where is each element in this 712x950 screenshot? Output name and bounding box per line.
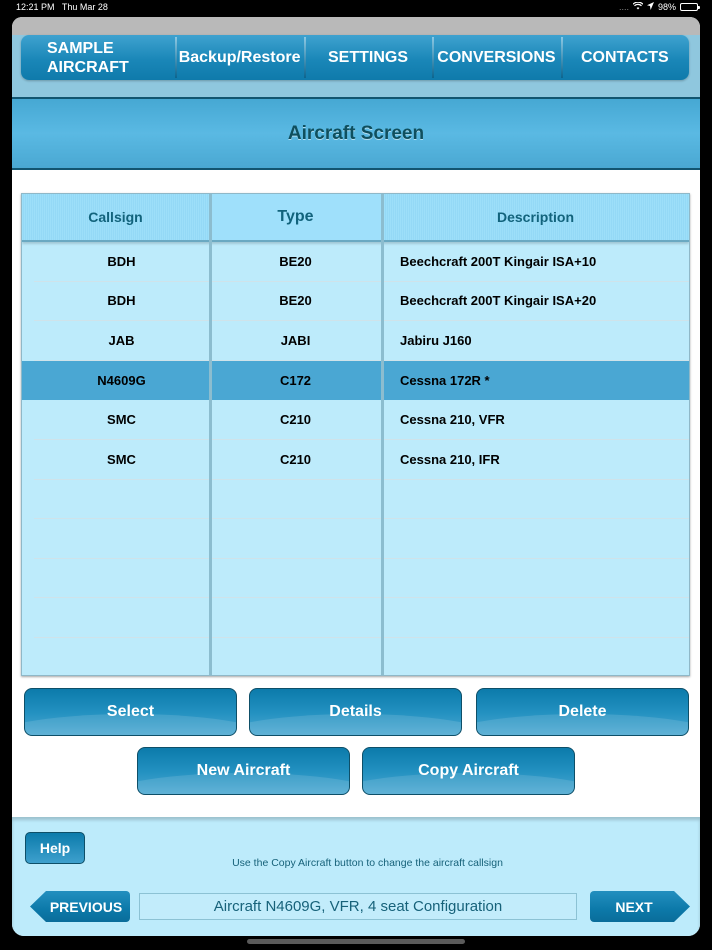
location-arrow-icon (646, 2, 654, 12)
table-row-empty[interactable] (34, 598, 689, 638)
table-row[interactable]: JAB JABI Jabiru J160 (34, 321, 689, 361)
table-row-empty[interactable] (34, 480, 689, 520)
cell-description: Jabiru J160 (400, 332, 472, 348)
table-row[interactable]: BDH BE20 Beechcraft 200T Kingair ISA+20 (34, 282, 689, 322)
table-row-selected[interactable]: N4609G C172 Cessna 172R * (22, 360, 689, 401)
cell-callsign: SMC (107, 451, 136, 467)
details-button-label: Details (329, 703, 382, 720)
top-gray-strip (12, 17, 700, 35)
nav-label-line2: AIRCRAFT (47, 58, 129, 76)
status-indicators: .... 98% (618, 1, 700, 12)
table-row-empty[interactable] (34, 559, 689, 599)
cell-type: C210 (279, 451, 312, 467)
app-screen: SAMPLE AIRCRAFT Backup/Restore SETTINGS C… (12, 17, 700, 936)
next-button[interactable]: NEXT (590, 891, 690, 922)
cell-description: Beechcraft 200T Kingair ISA+10 (400, 253, 597, 269)
cell-type: BE20 (279, 253, 312, 269)
cell-description: Cessna 172R * (400, 372, 490, 388)
top-nav: SAMPLE AIRCRAFT Backup/Restore SETTINGS C… (21, 35, 689, 80)
cell-type: C172 (279, 372, 312, 388)
status-time: 12:21 PM Thu Mar 28 (16, 2, 108, 12)
next-button-label: NEXT (615, 898, 653, 915)
cell-callsign: JAB (108, 332, 135, 348)
nav-backup-restore[interactable]: Backup/Restore (175, 35, 303, 80)
signal-dots: .... (618, 2, 629, 12)
cell-callsign: SMC (107, 412, 136, 428)
nav-label-line1: SAMPLE (47, 39, 114, 57)
column-header-type[interactable]: Type (209, 194, 382, 240)
nav-settings-label: SETTINGS (328, 49, 409, 66)
home-indicator[interactable] (247, 939, 465, 944)
previous-button[interactable]: PREVIOUS (30, 891, 130, 922)
nav-contacts-label: CONTACTS (580, 49, 669, 66)
copy-aircraft-button[interactable]: Copy Aircraft (362, 747, 575, 795)
cell-callsign: BDH (107, 253, 136, 269)
table-body: BDH BE20 Beechcraft 200T Kingair ISA+10 BDH… (22, 242, 689, 675)
main-content: Callsign Type Description BDH BE20 Beechcr… (12, 170, 700, 817)
details-button[interactable]: Details (249, 688, 462, 736)
current-configuration-display: Aircraft N4609G, VFR, 4 seat Configurati… (139, 893, 577, 920)
time-text: 12:21 PM (16, 2, 55, 12)
cell-callsign: BDH (107, 293, 136, 309)
nav-settings[interactable]: SETTINGS (303, 35, 432, 80)
column-divider (381, 194, 384, 675)
status-bar: 12:21 PM Thu Mar 28 .... 98% (0, 0, 712, 16)
column-header-description[interactable]: Description (382, 194, 689, 240)
top-nav-container: SAMPLE AIRCRAFT Backup/Restore SETTINGS C… (12, 35, 700, 97)
table-row[interactable]: SMC C210 Cessna 210, IFR (34, 440, 689, 480)
cell-description: Cessna 210, VFR (400, 412, 505, 428)
table-header: Callsign Type Description (22, 194, 689, 242)
aircraft-table: Callsign Type Description BDH BE20 Beechcr… (21, 193, 690, 676)
cell-type: JABI (280, 332, 311, 348)
table-row[interactable]: SMC C210 Cessna 210, VFR (34, 400, 689, 440)
nav-backup-restore-label: Backup/Restore (178, 49, 301, 66)
nav-sample-aircraft-label: SAMPLE AIRCRAFT (47, 39, 129, 77)
table-row[interactable]: BDH BE20 Beechcraft 200T Kingair ISA+10 (34, 242, 689, 282)
select-button-label: Select (106, 703, 155, 720)
battery-icon (680, 3, 700, 11)
cell-callsign: N4609G (97, 372, 146, 388)
title-bar: Aircraft Screen (12, 97, 700, 170)
footer: Help Use the Copy Aircraft button to cha… (12, 817, 700, 936)
delete-button-label: Delete (558, 703, 607, 720)
nav-sample-aircraft[interactable]: SAMPLE AIRCRAFT (21, 35, 175, 80)
cell-type: C210 (279, 412, 312, 428)
previous-button-label: PREVIOUS (49, 898, 123, 915)
column-divider (209, 194, 212, 675)
page-title: Aircraft Screen (287, 122, 425, 144)
new-aircraft-button[interactable]: New Aircraft (137, 747, 350, 795)
battery-percent: 98% (657, 2, 676, 12)
table-row-empty[interactable] (34, 519, 689, 559)
select-button[interactable]: Select (24, 688, 237, 736)
new-aircraft-button-label: New Aircraft (196, 762, 291, 779)
cell-description: Cessna 210, IFR (400, 451, 500, 467)
nav-conversions-label: CONVERSIONS (437, 49, 556, 66)
nav-contacts[interactable]: CONTACTS (560, 35, 689, 80)
nav-conversions[interactable]: CONVERSIONS (432, 35, 560, 80)
column-header-callsign[interactable]: Callsign (22, 194, 209, 240)
cell-description: Beechcraft 200T Kingair ISA+20 (400, 293, 597, 309)
copy-aircraft-button-label: Copy Aircraft (418, 762, 519, 779)
hint-text: Use the Copy Aircraft button to change t… (232, 857, 503, 869)
cell-type: BE20 (279, 293, 312, 309)
wifi-icon (632, 1, 644, 12)
table-row-empty[interactable] (34, 638, 689, 675)
delete-button[interactable]: Delete (476, 688, 689, 736)
date-text: Thu Mar 28 (61, 2, 108, 12)
